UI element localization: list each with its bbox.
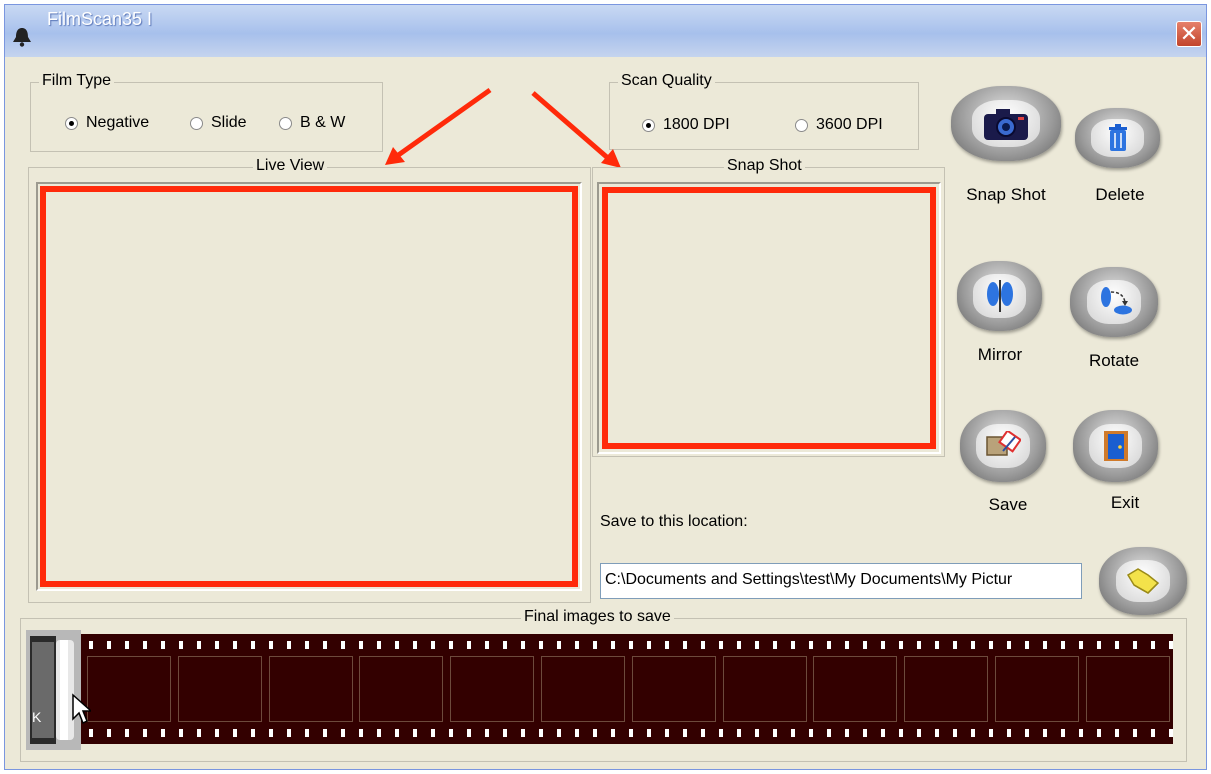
mirror-button-label: Mirror <box>977 345 1023 364</box>
live-view-label: Live View <box>253 157 328 175</box>
live-view-frame <box>40 186 578 587</box>
film-frame[interactable] <box>177 656 262 722</box>
sprocket-row-bottom <box>81 729 1173 737</box>
mirror-button-face <box>973 274 1026 318</box>
arrow-to-live-view <box>395 87 492 159</box>
arrow-head-live-view <box>385 147 405 165</box>
sprocket-row-top <box>81 641 1173 649</box>
scan-quality-label: Scan Quality <box>618 72 715 90</box>
radio-3600-dpi-button[interactable] <box>795 118 808 132</box>
folder-icon <box>1126 568 1160 594</box>
radio-3600-dpi-label: 3600 DPI <box>816 116 883 133</box>
radio-negative[interactable]: Negative <box>65 114 149 132</box>
radio-bw[interactable]: B & W <box>279 114 345 132</box>
close-button[interactable]: ✕ <box>1176 21 1202 47</box>
exit-button-label: Exit <box>1110 493 1140 512</box>
film-frame[interactable] <box>87 656 171 722</box>
radio-1800-dpi-label: 1800 DPI <box>663 116 730 133</box>
title-bar[interactable]: FilmScan35 I ✕ <box>5 5 1206 57</box>
film-frame[interactable] <box>450 656 535 722</box>
window-title: FilmScan35 I <box>47 9 153 29</box>
exit-button[interactable] <box>1073 410 1158 482</box>
snap-shot-button[interactable] <box>951 86 1061 161</box>
save-location-label: Save to this location: <box>600 513 748 530</box>
film-frame[interactable] <box>722 656 807 722</box>
scan-quality-group: Scan Quality 1800 DPI 3600 DPI <box>609 72 919 150</box>
exit-button-face <box>1089 423 1142 469</box>
radio-slide-label: Slide <box>211 114 247 131</box>
film-frame[interactable] <box>995 656 1079 722</box>
film-frame[interactable] <box>813 656 898 722</box>
radio-negative-button[interactable] <box>65 116 78 130</box>
film-frame[interactable] <box>904 656 989 722</box>
film-type-group: Film Type Negative Slide B & W <box>30 72 383 152</box>
film-frame[interactable] <box>631 656 716 722</box>
app-window: FilmScan35 I ✕ Film Type Negative Slide … <box>4 4 1207 770</box>
save-button[interactable] <box>960 410 1046 482</box>
filmstrip <box>81 634 1173 744</box>
rotate-icon <box>1100 286 1132 315</box>
radio-negative-label: Negative <box>86 114 150 131</box>
film-frame[interactable] <box>268 656 353 722</box>
radio-slide-button[interactable] <box>190 116 203 130</box>
snap-shot-panel-label: Snap Shot <box>724 157 805 175</box>
save-button-label: Save <box>988 495 1028 514</box>
mirror-button[interactable] <box>957 261 1042 331</box>
camera-icon <box>984 108 1028 140</box>
mouse-cursor-icon <box>72 693 91 725</box>
rotate-button-label: Rotate <box>1088 351 1140 370</box>
save-button-face <box>976 423 1030 469</box>
snap-shot-button-face <box>971 100 1041 147</box>
radio-bw-button[interactable] <box>279 116 292 130</box>
final-images-label: Final images to save <box>521 608 674 626</box>
film-frame[interactable] <box>1085 656 1170 722</box>
delete-button-label: Delete <box>1095 185 1145 204</box>
trash-icon <box>1108 124 1127 151</box>
film-frame[interactable] <box>541 656 625 722</box>
radio-1800-dpi-button[interactable] <box>642 118 655 132</box>
save-location-field[interactable]: C:\Documents and Settings\test\My Docume… <box>600 563 1082 599</box>
mirror-icon <box>986 279 1013 312</box>
browse-folder-button-face <box>1115 559 1171 603</box>
film-canister-icon: K <box>30 636 74 744</box>
film-frame[interactable] <box>359 656 444 722</box>
arrow-head-snap-shot <box>601 149 621 168</box>
svg-text:K: K <box>32 709 42 725</box>
radio-1800-dpi[interactable]: 1800 DPI <box>642 116 730 134</box>
save-icon <box>986 431 1021 456</box>
radio-3600-dpi[interactable]: 3600 DPI <box>795 116 883 134</box>
radio-slide[interactable]: Slide <box>190 114 247 132</box>
film-canister[interactable]: K <box>26 630 81 750</box>
delete-button-face <box>1091 119 1144 157</box>
arrow-to-snap-shot <box>531 91 611 161</box>
snap-shot-frame <box>602 187 936 449</box>
film-type-label: Film Type <box>39 72 115 90</box>
snap-shot-button-label: Snap Shot <box>966 185 1046 204</box>
bell-icon <box>13 28 31 47</box>
delete-button[interactable] <box>1075 108 1160 168</box>
rotate-button-face <box>1086 280 1142 324</box>
rotate-button[interactable] <box>1070 267 1158 337</box>
browse-folder-button[interactable] <box>1099 547 1187 615</box>
door-icon <box>1103 431 1128 461</box>
radio-bw-label: B & W <box>300 114 346 131</box>
